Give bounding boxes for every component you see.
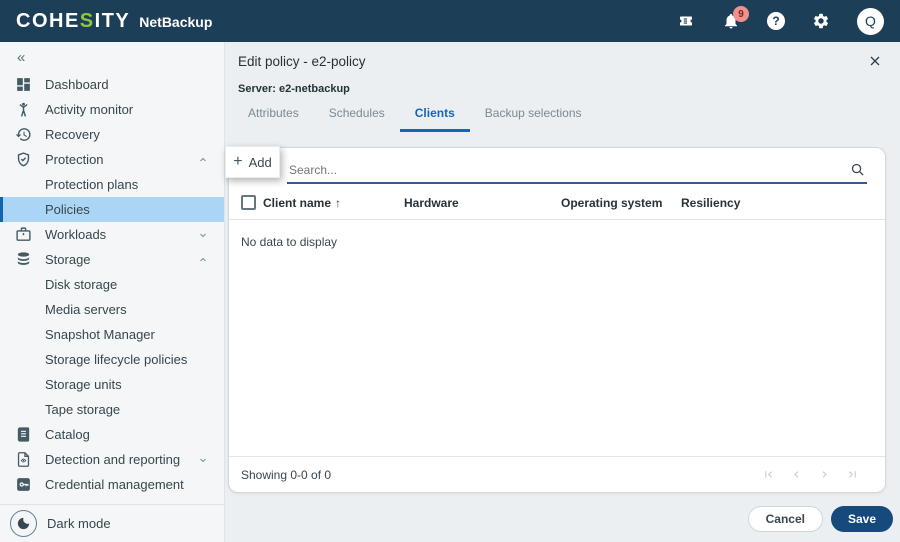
- action-bar: Cancel Save: [747, 506, 893, 532]
- catalog-book-icon: [15, 426, 32, 443]
- workloads-briefcase-icon: [15, 226, 32, 243]
- sidebar-item-snapshot-manager[interactable]: Snapshot Manager: [0, 322, 224, 347]
- tab-clients[interactable]: Clients: [399, 106, 470, 132]
- next-page-icon[interactable]: [818, 468, 831, 481]
- sidebar-item-disk-storage[interactable]: Disk storage: [0, 272, 224, 297]
- user-avatar[interactable]: Q: [857, 7, 884, 35]
- recovery-icon: [15, 126, 32, 143]
- sidebar-item-policies[interactable]: Policies: [0, 197, 224, 222]
- sidebar-item-storage-lifecycle-policies[interactable]: Storage lifecycle policies: [0, 347, 224, 372]
- activity-monitor-icon: [15, 101, 32, 118]
- sidebar-item-protection[interactable]: Protection: [0, 147, 224, 172]
- tab-bar: Attributes Schedules Clients Backup sele…: [225, 106, 900, 132]
- sidebar-item-credential-management[interactable]: Credential management: [0, 472, 224, 497]
- chevron-up-icon: [197, 254, 209, 266]
- top-header: COHESITY NetBackup 9 ? Q: [0, 0, 900, 42]
- clients-table-card: Client name ↑ Hardware Operating system …: [228, 147, 886, 493]
- first-page-icon[interactable]: [762, 468, 775, 481]
- storage-database-icon: [15, 251, 32, 268]
- column-header-resiliency[interactable]: Resiliency: [681, 196, 740, 210]
- table-header-row: Client name ↑ Hardware Operating system …: [229, 186, 885, 220]
- previous-page-icon[interactable]: [790, 468, 803, 481]
- sidebar-item-tape-storage[interactable]: Tape storage: [0, 397, 224, 422]
- table-footer: Showing 0-0 of 0: [229, 456, 885, 492]
- sidebar-collapse-button[interactable]: «: [0, 42, 224, 72]
- plus-icon: +: [233, 153, 243, 170]
- gear-icon[interactable]: [812, 12, 830, 30]
- credential-key-icon: [15, 476, 32, 493]
- app-logo: COHESITY NetBackup: [16, 10, 212, 33]
- sidebar-item-activity-monitor[interactable]: Activity monitor: [0, 97, 224, 122]
- showing-count-text: Showing 0-0 of 0: [241, 467, 332, 482]
- moon-icon: [10, 510, 37, 537]
- search-icon[interactable]: [850, 162, 865, 177]
- sidebar-item-dashboard[interactable]: Dashboard: [0, 72, 224, 97]
- server-label: Server: e2-netbackup: [238, 83, 350, 95]
- search-bar: [287, 157, 867, 184]
- brand-netbackup: NetBackup: [139, 13, 213, 30]
- ticket-icon[interactable]: [677, 12, 695, 30]
- sidebar-item-recovery[interactable]: Recovery: [0, 122, 224, 147]
- sidebar-item-protection-plans[interactable]: Protection plans: [0, 172, 224, 197]
- dark-mode-toggle[interactable]: Dark mode: [0, 504, 224, 542]
- help-icon[interactable]: ?: [767, 12, 785, 30]
- sidebar-item-workloads[interactable]: Workloads: [0, 222, 224, 247]
- page-title: Edit policy - e2-policy: [238, 53, 366, 69]
- edit-policy-panel: Edit policy - e2-policy Server: e2-netba…: [225, 42, 900, 542]
- last-page-icon[interactable]: [846, 468, 859, 481]
- notifications-button[interactable]: 9: [722, 6, 749, 30]
- cancel-button[interactable]: Cancel: [747, 506, 823, 532]
- sidebar-item-catalog[interactable]: Catalog: [0, 422, 224, 447]
- close-icon[interactable]: [867, 53, 883, 69]
- column-header-operating-system[interactable]: Operating system: [561, 196, 681, 210]
- add-button-label: Add: [248, 154, 272, 170]
- column-header-hardware[interactable]: Hardware: [404, 196, 561, 210]
- notification-badge: 9: [733, 6, 749, 22]
- brand-cohesity: COHESITY: [16, 9, 131, 32]
- tab-attributes[interactable]: Attributes: [233, 106, 314, 132]
- pagination: [762, 468, 859, 481]
- sidebar: « Dashboard Activity monitor Recovery Pr…: [0, 42, 225, 542]
- select-all-checkbox[interactable]: [241, 195, 256, 210]
- column-header-client-name[interactable]: Client name ↑: [263, 196, 404, 210]
- dark-mode-label: Dark mode: [47, 516, 111, 531]
- panel-header: Edit policy - e2-policy: [225, 42, 900, 69]
- topbar-icons: 9 ? Q: [677, 6, 888, 35]
- chevron-up-icon: [197, 154, 209, 166]
- sort-ascending-icon: ↑: [335, 195, 342, 210]
- save-button[interactable]: Save: [830, 506, 893, 532]
- add-button[interactable]: + Add: [225, 146, 280, 178]
- sidebar-item-detection-and-reporting[interactable]: Detection and reporting: [0, 447, 224, 472]
- chevron-down-icon: [197, 454, 209, 466]
- tab-backup-selections[interactable]: Backup selections: [470, 106, 597, 132]
- chevron-down-icon: [197, 229, 209, 241]
- protection-shield-icon: [15, 151, 32, 168]
- sidebar-item-storage-units[interactable]: Storage units: [0, 372, 224, 397]
- sidebar-item-media-servers[interactable]: Media servers: [0, 297, 224, 322]
- detection-report-icon: [15, 451, 32, 468]
- tab-schedules[interactable]: Schedules: [314, 106, 400, 132]
- dashboard-icon: [15, 76, 32, 93]
- sidebar-item-storage[interactable]: Storage: [0, 247, 224, 272]
- search-input[interactable]: [287, 162, 850, 177]
- empty-table-message: No data to display: [241, 235, 338, 249]
